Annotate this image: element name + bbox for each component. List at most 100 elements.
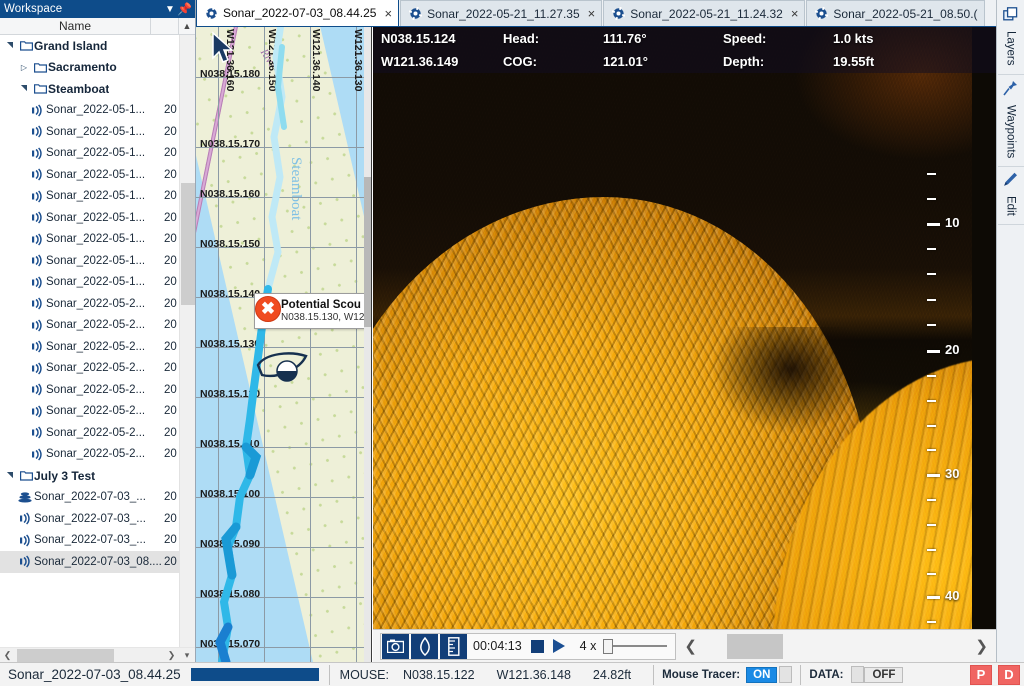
tree-file-row[interactable]: Sonar_2022-07-03_... 20 — [0, 487, 179, 509]
tree-horizontal-scrollbar[interactable]: ❮ ❯ ▾ — [0, 647, 195, 662]
playback-speed: 4 x — [579, 639, 597, 653]
tree-vertical-scrollbar[interactable] — [179, 35, 195, 647]
document-tab[interactable]: Sonar_2022-05-21_08.50.( — [806, 0, 985, 26]
tree-file-row[interactable]: Sonar_2022-05-2... 20 — [0, 401, 179, 423]
ruler-icon[interactable] — [440, 633, 467, 659]
shading-icon[interactable] — [411, 633, 438, 659]
p-button[interactable]: P — [970, 664, 992, 685]
tree-item-label: Sonar_2022-05-2... — [46, 340, 146, 353]
chevron-up-icon[interactable]: ▲ — [179, 21, 195, 31]
depth-tick-minor — [927, 573, 936, 575]
d-button[interactable]: D — [998, 664, 1020, 685]
tool-rail-item-waypoints[interactable]: Waypoints — [997, 75, 1024, 167]
workspace-sidebar: Workspace ▼ 📌 Name ▲ ◢ Grand Island ▷ Sacra… — [0, 0, 196, 662]
data-toggle-slot[interactable] — [851, 666, 865, 683]
tree-file-row[interactable]: Sonar_2022-05-1... 20 — [0, 100, 179, 122]
depth-tick-minor — [927, 524, 936, 526]
scrollbar-thumb[interactable] — [181, 183, 195, 305]
map-scrollbar[interactable] — [364, 27, 371, 662]
sonar-view[interactable]: N038.15.124 Head: 111.76° Speed: 1.0 kts… — [373, 27, 996, 662]
twisty-expanded-icon[interactable]: ◢ — [2, 471, 18, 480]
tree-file-row[interactable]: Sonar_2022-05-2... 20 — [0, 336, 179, 358]
document-tab[interactable]: Sonar_2022-07-03_08.44.25 × — [196, 0, 400, 26]
callout-title: Potential Scou — [281, 298, 361, 311]
sonar-image[interactable] — [373, 27, 996, 662]
tree-item-secondary-value: 20 — [164, 426, 177, 439]
map-panel[interactable]: Rive Steamboat N038.15.180 N038.15.170 N03… — [196, 27, 372, 662]
tree-file-row[interactable]: Sonar_2022-05-1... 20 — [0, 207, 179, 229]
tree-file-row[interactable]: Sonar_2022-05-1... 20 — [0, 250, 179, 272]
tree-item-label: Sonar_2022-05-2... — [46, 383, 146, 396]
document-tab[interactable]: Sonar_2022-05-21_11.24.32 × — [603, 0, 806, 26]
tree-folder-row[interactable]: ◢ July 3 Test — [0, 465, 179, 487]
tree-file-row[interactable]: Sonar_2022-05-1... 20 — [0, 272, 179, 294]
tree-file-row[interactable]: Sonar_2022-05-1... 20 — [0, 121, 179, 143]
chevron-left-icon[interactable]: ❮ — [676, 637, 705, 655]
gear-icon — [612, 7, 626, 20]
tree-file-row[interactable]: Sonar_2022-07-03_08.... 20 — [0, 551, 179, 573]
stop-icon[interactable] — [530, 639, 544, 653]
scroll-right-icon[interactable]: ❯ — [164, 650, 179, 661]
chevron-down-icon[interactable]: ▼ — [163, 4, 177, 15]
slider-thumb[interactable] — [603, 639, 614, 654]
arrow-cursor-icon — [212, 31, 234, 63]
status-bar: Sonar_2022-07-03_08.44.25 MOUSE: N038.15… — [0, 662, 1024, 686]
depth-tick-minor — [927, 621, 936, 623]
sonar-waves-icon — [28, 190, 46, 203]
status-divider — [328, 664, 330, 685]
close-icon[interactable]: × — [588, 7, 596, 20]
play-icon[interactable] — [552, 639, 565, 653]
depth-tick-major — [927, 596, 940, 599]
tool-rail-item-edit[interactable]: Edit — [997, 167, 1024, 225]
tree-file-row[interactable]: Sonar_2022-05-2... 20 — [0, 293, 179, 315]
tree-folder-row[interactable]: ▷ Sacramento — [0, 57, 179, 79]
camera-icon[interactable] — [382, 633, 409, 659]
document-tab[interactable]: Sonar_2022-05-21_11.27.35 × — [400, 0, 603, 26]
column-header-secondary[interactable] — [151, 18, 179, 34]
telemetry-heading-label: Head: — [503, 31, 540, 46]
chevron-right-icon[interactable]: ❯ — [967, 637, 996, 655]
tree-file-row[interactable]: Sonar_2022-05-2... 20 — [0, 358, 179, 380]
sonar-waves-icon — [28, 405, 46, 418]
tree-item-secondary-value: 20 — [164, 147, 177, 160]
scroll-left-icon[interactable]: ❮ — [0, 650, 15, 661]
chevron-down-icon[interactable]: ▾ — [179, 650, 195, 661]
tree-file-row[interactable]: Sonar_2022-05-2... 20 — [0, 444, 179, 466]
hscroll-track[interactable] — [15, 648, 164, 663]
twisty-expanded-icon[interactable]: ◢ — [2, 41, 18, 50]
close-icon[interactable]: × — [384, 7, 392, 20]
frame-scrollbar[interactable] — [705, 630, 967, 663]
twisty-collapsed-icon[interactable]: ▷ — [16, 63, 32, 72]
pin-icon[interactable]: 📌 — [177, 2, 192, 16]
tree-file-row[interactable]: Sonar_2022-05-2... 20 — [0, 422, 179, 444]
sonar-waves-icon — [16, 555, 34, 568]
twisty-expanded-icon[interactable]: ◢ — [16, 84, 32, 93]
tree-file-row[interactable]: Sonar_2022-07-03_... 20 — [0, 508, 179, 530]
mouse-tracer-toggle-slot[interactable] — [779, 666, 793, 683]
frame-scrollbar-thumb[interactable] — [726, 633, 783, 659]
tree-file-row[interactable]: Sonar_2022-05-2... 20 — [0, 315, 179, 337]
mouse-tracer-toggle[interactable]: ON — [746, 666, 778, 683]
workspace-title-bar: Workspace ▼ 📌 — [0, 0, 195, 18]
tree-file-row[interactable]: Sonar_2022-07-03_... 20 — [0, 530, 179, 552]
telemetry-longitude: W121.36.149 — [381, 54, 459, 69]
playback-speed-slider[interactable] — [603, 636, 669, 656]
x-marker-icon[interactable]: ✖ — [255, 296, 281, 322]
close-icon[interactable]: × — [791, 7, 799, 20]
tree-file-row[interactable]: Sonar_2022-05-1... 20 — [0, 229, 179, 251]
tool-rail-item-layers[interactable]: Layers — [997, 2, 1024, 75]
tree-file-row[interactable]: Sonar_2022-05-1... 20 — [0, 186, 179, 208]
tree-folder-row[interactable]: ◢ Steamboat — [0, 78, 179, 100]
tree-folder-row[interactable]: ◢ Grand Island — [0, 35, 179, 57]
tree-file-row[interactable]: Sonar_2022-05-1... 20 — [0, 143, 179, 165]
tree-file-row[interactable]: Sonar_2022-05-2... 20 — [0, 379, 179, 401]
tree-file-row[interactable]: Sonar_2022-05-1... 20 — [0, 164, 179, 186]
data-toggle[interactable]: OFF — [864, 666, 904, 683]
tree-item-label: Grand Island — [34, 38, 108, 53]
playback-toolbar: 00:04:13 4 x ❮ ❯ — [373, 629, 996, 662]
hscroll-thumb[interactable] — [17, 648, 114, 662]
tree-item-label: Sonar_2022-05-1... — [46, 254, 146, 267]
scrollbar-thumb[interactable] — [364, 177, 371, 327]
workspace-title: Workspace — [4, 3, 63, 15]
column-header-name[interactable]: Name — [0, 18, 151, 34]
